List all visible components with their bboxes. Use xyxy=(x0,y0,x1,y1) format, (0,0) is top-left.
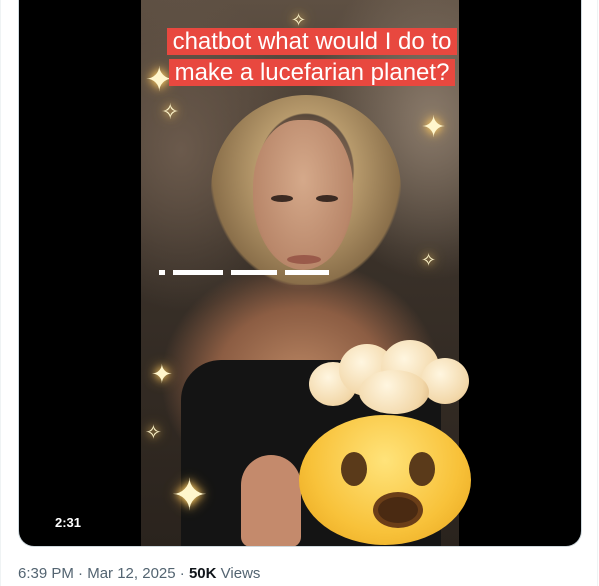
sparkle-icon: ✧ xyxy=(161,100,180,125)
tweet-metadata: 6:39 PM · Mar 12, 2025 · 50K Views xyxy=(18,564,260,584)
video-person-eye xyxy=(271,195,293,202)
video-duration-badge: 2:31 xyxy=(49,513,88,532)
emoji-explosion-cloud xyxy=(309,340,469,414)
emoji-eye xyxy=(341,452,367,486)
views-label: Views xyxy=(220,565,261,582)
emoji-eye xyxy=(409,452,435,486)
timeline-divider-left xyxy=(0,0,1,586)
emoji-mouth xyxy=(373,492,423,528)
timeline-divider-right xyxy=(597,0,598,586)
sparkle-icon: ✦ xyxy=(171,470,208,521)
video-player[interactable]: ✦ ✧ ✦ ✦ ✧ ✦ ✧ ✧ chatbot what would I do … xyxy=(18,0,582,547)
video-person-face xyxy=(253,120,353,270)
video-dashed-overlay xyxy=(159,270,329,277)
exploding-head-icon xyxy=(291,340,481,546)
sparkle-icon: ✦ xyxy=(421,110,447,145)
tweet-time[interactable]: 6:39 PM xyxy=(18,565,74,582)
tweet-date[interactable]: Mar 12, 2025 xyxy=(87,565,175,582)
video-caption: chatbot what would I do to make a lucefa… xyxy=(153,26,471,88)
sparkle-icon: ✧ xyxy=(145,420,162,444)
separator: · xyxy=(179,565,185,582)
video-person-lips xyxy=(287,255,321,264)
separator: · xyxy=(78,565,84,582)
video-person-eye xyxy=(316,195,338,202)
sparkle-icon: ✦ xyxy=(151,360,173,390)
sparkle-icon: ✧ xyxy=(421,250,437,271)
views-count: 50K xyxy=(188,565,217,582)
